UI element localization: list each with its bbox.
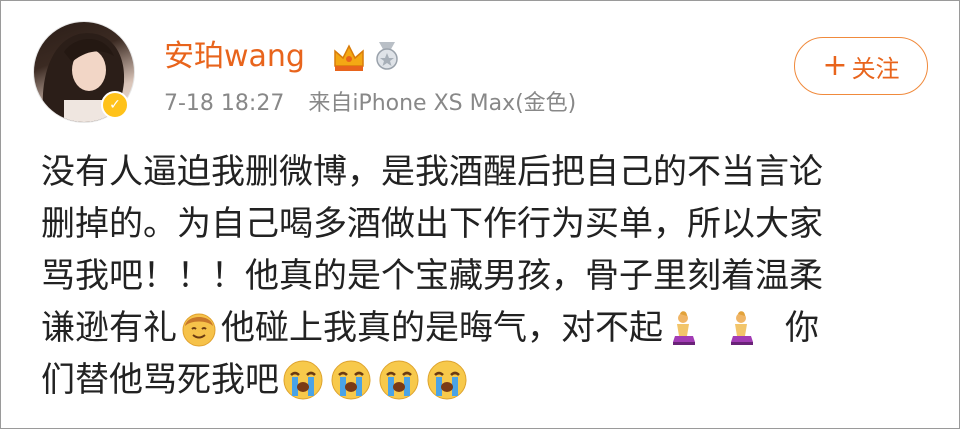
- username[interactable]: 安珀wang: [164, 39, 305, 75]
- post-line: 骂我吧！！！他真的是个宝藏男孩，骨子里刻着温柔: [41, 256, 823, 296]
- post-content: 没有人逼迫我删微博，是我酒醒后把自己的不当言论 删掉的。为自己喝多酒做出下作行为…: [41, 146, 931, 406]
- kneeling-person-icon: [723, 308, 759, 348]
- crying-face-icon: [329, 358, 373, 402]
- plus-icon: +: [822, 48, 848, 83]
- medal-icon: [376, 42, 398, 70]
- post-text: 们替他骂死我吧: [41, 360, 279, 400]
- post-text: 他碰上我真的是晦气，对不起: [221, 308, 663, 348]
- post-time: 7-18 18:27: [164, 91, 285, 116]
- post-text: 谦逊有礼: [41, 308, 177, 348]
- post-meta: 7-18 18:27 来自iPhone XS Max(金色): [164, 90, 576, 118]
- post-text: 你: [785, 308, 819, 348]
- follow-button-label: 关注: [851, 54, 900, 83]
- post-line: 没有人逼迫我删微博，是我酒醒后把自己的不当言论: [41, 152, 823, 192]
- crown-icon: [334, 44, 364, 71]
- crying-face-icon: [425, 358, 469, 402]
- kneeling-person-icon: [665, 308, 701, 348]
- crying-face-icon: [281, 358, 325, 402]
- smiling-face-icon: [179, 308, 219, 348]
- post-line: 谦逊有礼 他碰上我真的是晦气，对不起 你: [41, 302, 931, 354]
- weibo-post-card: ✓ 安珀wang 7-18 18:27 来自iPhone XS Max(金色) …: [0, 0, 960, 429]
- follow-button[interactable]: + 关注: [794, 37, 928, 95]
- avatar[interactable]: ✓: [33, 21, 135, 123]
- post-source[interactable]: 来自iPhone XS Max(金色): [308, 91, 576, 116]
- vip-check-icon: ✓: [101, 91, 129, 119]
- post-line: 们替他骂死我吧: [41, 354, 931, 406]
- post-line: 删掉的。为自己喝多酒做出下作行为买单，所以大家: [41, 204, 823, 244]
- crying-face-icon: [377, 358, 421, 402]
